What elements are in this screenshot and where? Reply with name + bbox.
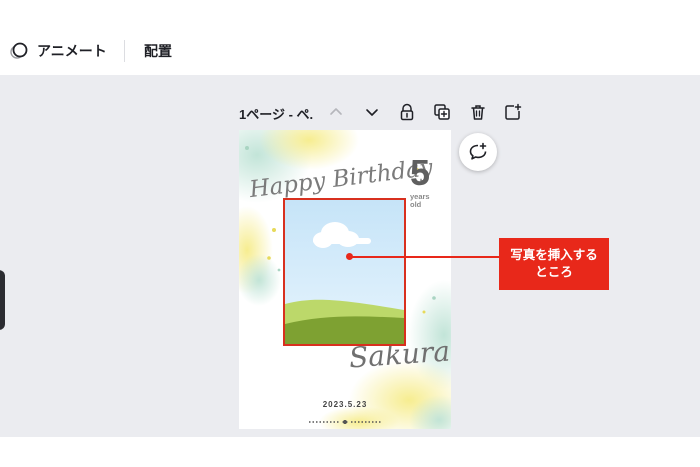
animate-icon [9, 41, 29, 61]
trash-icon [471, 105, 485, 120]
age-number: 5 [410, 152, 431, 193]
add-page-button[interactable] [503, 102, 523, 122]
add-comment-button[interactable] [459, 133, 497, 171]
side-panel-handle[interactable] [0, 270, 5, 330]
bottom-bar [0, 437, 700, 467]
move-page-down-button[interactable] [362, 102, 382, 122]
annotation-connector-line [349, 256, 499, 258]
chevron-up-icon [330, 108, 342, 115]
top-toolbar: アニメート 配置 [0, 0, 700, 76]
landscape-photo [285, 200, 404, 344]
move-page-up-button[interactable] [326, 102, 346, 122]
duplicate-icon [434, 104, 450, 120]
animate-button[interactable]: アニメート [9, 38, 107, 64]
annotation-line-2: ところ [535, 265, 573, 279]
lock-icon [400, 103, 414, 121]
age-unit-old: old [410, 200, 422, 209]
annotation-connector-dot [346, 253, 353, 260]
add-page-icon [505, 103, 522, 120]
animate-label: アニメート [37, 43, 107, 59]
arrange-label: 配置 [144, 43, 172, 59]
annotation-callout: 写真を挿入する ところ [499, 238, 609, 290]
duplicate-page-button[interactable] [432, 102, 452, 122]
photo-placeholder-frame[interactable] [283, 198, 406, 346]
event-date: 2023.5.23 [322, 400, 368, 409]
comment-add-icon [469, 142, 487, 160]
date-ornament [309, 411, 381, 425]
chevron-down-icon [366, 109, 378, 116]
lock-page-button[interactable] [397, 102, 417, 122]
toolbar-divider [124, 40, 125, 62]
delete-page-button[interactable] [468, 102, 488, 122]
arrange-button[interactable]: 配置 [144, 38, 172, 64]
age-unit: years old [410, 193, 430, 209]
annotation-line-1: 写真を挿入する [510, 248, 598, 262]
page-title-field[interactable]: 1ページ - ペ. [239, 104, 313, 123]
